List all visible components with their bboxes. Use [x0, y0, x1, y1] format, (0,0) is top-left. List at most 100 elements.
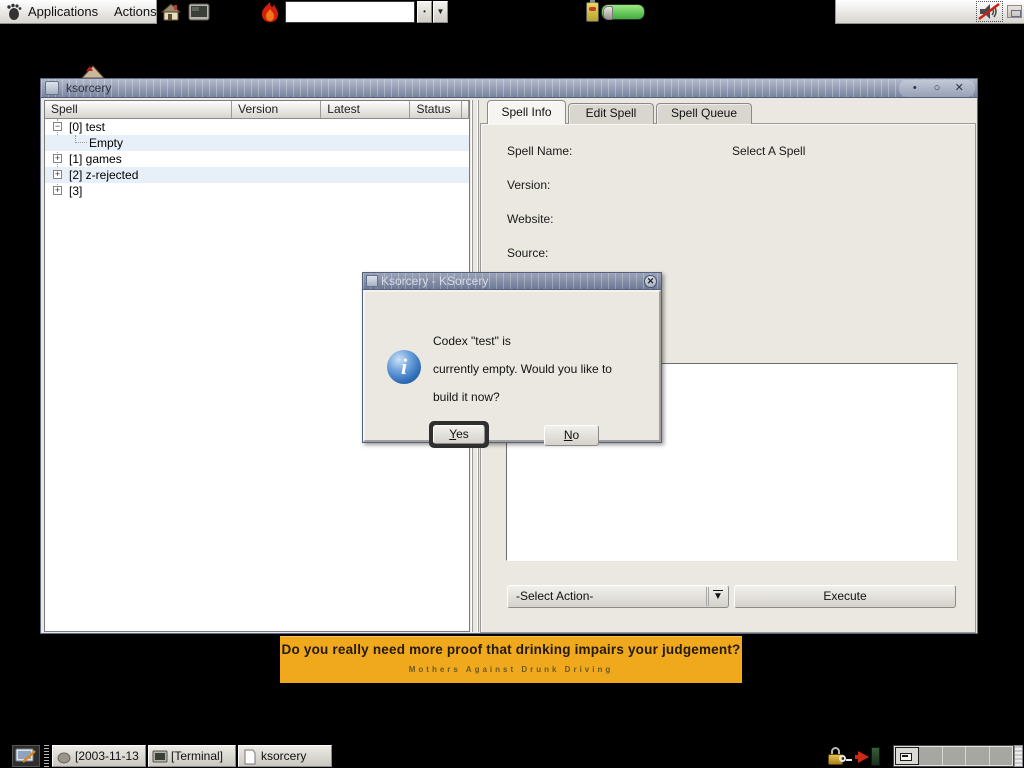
task-icon-terminal [152, 749, 168, 765]
workspace-5[interactable] [990, 747, 1012, 765]
logout-door-icon [871, 747, 880, 766]
window-title: ksorcery [66, 79, 111, 98]
top-panel: Applications Actions • ▼ Thu Nov 13, 13:… [0, 0, 1024, 24]
collapse-icon[interactable]: − [53, 122, 62, 131]
expand-icon[interactable]: + [53, 154, 62, 163]
screenshot-tool-icon [13, 746, 39, 766]
column-header-status[interactable]: Status [410, 101, 462, 119]
workspace-window-marker [900, 753, 912, 761]
screenshot-tool-button[interactable] [12, 745, 40, 767]
column-header-latest[interactable]: Latest [321, 101, 410, 119]
tree-row-label: [0] test [69, 119, 105, 135]
default-button-ring: Yes [429, 421, 489, 448]
task-icon-blob [56, 749, 72, 765]
task-button-terminal[interactable]: [Terminal] [148, 745, 236, 767]
task-button-ksorcery[interactable]: ksorcery [238, 745, 332, 767]
actions-menu[interactable]: Actions [114, 0, 157, 23]
select-action-value: -Select Action- [516, 589, 593, 603]
flame-launcher-icon[interactable] [256, 1, 284, 23]
taskbar-drag-handle[interactable] [44, 745, 49, 767]
tab-edit-spell[interactable]: Edit Spell [568, 103, 654, 124]
workspace-4[interactable] [966, 747, 989, 765]
tree-row-z-rejected[interactable]: + [2] z-rejected [45, 167, 469, 183]
tree-row-label: [2] z-rejected [69, 167, 138, 183]
source-label: Source: [507, 246, 548, 260]
tray-mini-icon[interactable] [1007, 5, 1022, 18]
command-run-button[interactable]: • [417, 1, 432, 23]
tree-row-empty[interactable]: Empty [45, 135, 469, 151]
column-header-filler [462, 101, 469, 119]
dialog-close-button[interactable]: ✕ [644, 275, 657, 288]
version-label: Version: [507, 178, 550, 192]
dialog-body: i Codex "test" is currently empty. Would… [363, 290, 661, 442]
terminal-launcher-icon[interactable] [188, 2, 210, 24]
workspace-2[interactable] [919, 747, 942, 765]
tree-row-test[interactable]: − [0] test [45, 119, 469, 135]
gnome-foot-icon[interactable] [5, 3, 23, 21]
dialog-window-icon [366, 275, 378, 287]
expand-icon[interactable]: + [53, 186, 62, 195]
dialog-message-line: Codex "test" is [433, 334, 511, 348]
tree-row-label: [1] games [69, 151, 122, 167]
dialog-titlebar[interactable]: Ksorcery - KSorcery ✕ [363, 273, 661, 290]
volume-muted-applet[interactable] [976, 1, 1003, 22]
banner-subline: Mothers Against Drunk Driving [280, 665, 742, 674]
desktop-peek-icon [80, 63, 106, 79]
window-titlebar[interactable]: ksorcery • ○ ✕ [41, 79, 977, 98]
workspace-pager [894, 746, 1013, 766]
banner-headline: Do you really need more proof that drink… [280, 642, 742, 657]
window-menu-icon[interactable] [45, 81, 59, 95]
tree-row-3[interactable]: + [3] [45, 183, 469, 199]
expand-icon[interactable]: + [53, 170, 62, 179]
logout-arrow-icon [858, 751, 869, 763]
dropdown-arrow-icon[interactable]: ▼ [706, 587, 727, 606]
task-label: [Terminal] [171, 749, 223, 763]
maximize-button[interactable]: ○ [931, 82, 944, 95]
logout-button[interactable] [858, 747, 880, 766]
speaker-muted-icon [977, 2, 1002, 21]
select-action-dropdown[interactable]: -Select Action- ▼ [507, 585, 729, 608]
task-label: ksorcery [261, 749, 306, 763]
battery-small-icon[interactable] [586, 2, 599, 22]
column-header-version[interactable]: Version [232, 101, 321, 119]
info-icon: i [387, 350, 421, 384]
tree-row-games[interactable]: + [1] games [45, 151, 469, 167]
dialog-title: Ksorcery - KSorcery [381, 273, 488, 290]
window-controls: • ○ ✕ [899, 80, 975, 97]
yes-button[interactable]: Yes [433, 425, 485, 444]
tree-row-label: Empty [89, 135, 123, 151]
bottom-taskbar: [2003-11-13 [Terminal] ksorcery [0, 744, 1024, 768]
spell-name-label: Spell Name: [507, 144, 572, 158]
battery-charge-indicator[interactable] [601, 4, 645, 20]
spell-name-value: Select A Spell [732, 144, 805, 158]
command-line-input[interactable] [285, 1, 415, 23]
tree-row-label: [3] [69, 183, 82, 199]
ksorcery-dialog: Ksorcery - KSorcery ✕ i Codex "test" is … [362, 272, 662, 443]
tree-header: Spell Version Latest Status [45, 101, 469, 119]
tree-rows: − [0] test Empty + [1] games + [2] z-rej… [45, 119, 469, 199]
workspace-3[interactable] [943, 747, 966, 765]
task-icon-document [242, 749, 258, 765]
workspace-1[interactable] [895, 747, 919, 765]
tab-spell-info[interactable]: Spell Info [487, 100, 566, 124]
applications-menu[interactable]: Applications [28, 0, 98, 23]
panel-hide-strip[interactable] [1014, 745, 1023, 767]
yes-button-label: Yes [434, 426, 484, 443]
close-button[interactable]: ✕ [953, 82, 966, 95]
execute-button[interactable]: Execute [734, 585, 956, 608]
no-button[interactable]: No [544, 425, 599, 446]
task-button-2003-11-13[interactable]: [2003-11-13 [52, 745, 146, 767]
minimize-button[interactable]: • [908, 82, 921, 95]
panel-menu-segment: Applications Actions [0, 0, 157, 24]
dialog-message-line: build it now? [433, 390, 500, 404]
dialog-message-line: currently empty. Would you like to [433, 362, 612, 376]
tree-elbow-line [75, 135, 87, 143]
website-label: Website: [507, 212, 553, 226]
lock-screen-button[interactable] [828, 747, 850, 766]
lock-key-icon [839, 755, 846, 762]
tab-spell-queue[interactable]: Spell Queue [656, 103, 752, 124]
home-launcher-icon[interactable] [160, 1, 182, 23]
advertisement-banner[interactable]: Do you really need more proof that drink… [280, 636, 742, 683]
command-history-dropdown-button[interactable]: ▼ [433, 1, 448, 23]
column-header-spell[interactable]: Spell [45, 101, 232, 119]
